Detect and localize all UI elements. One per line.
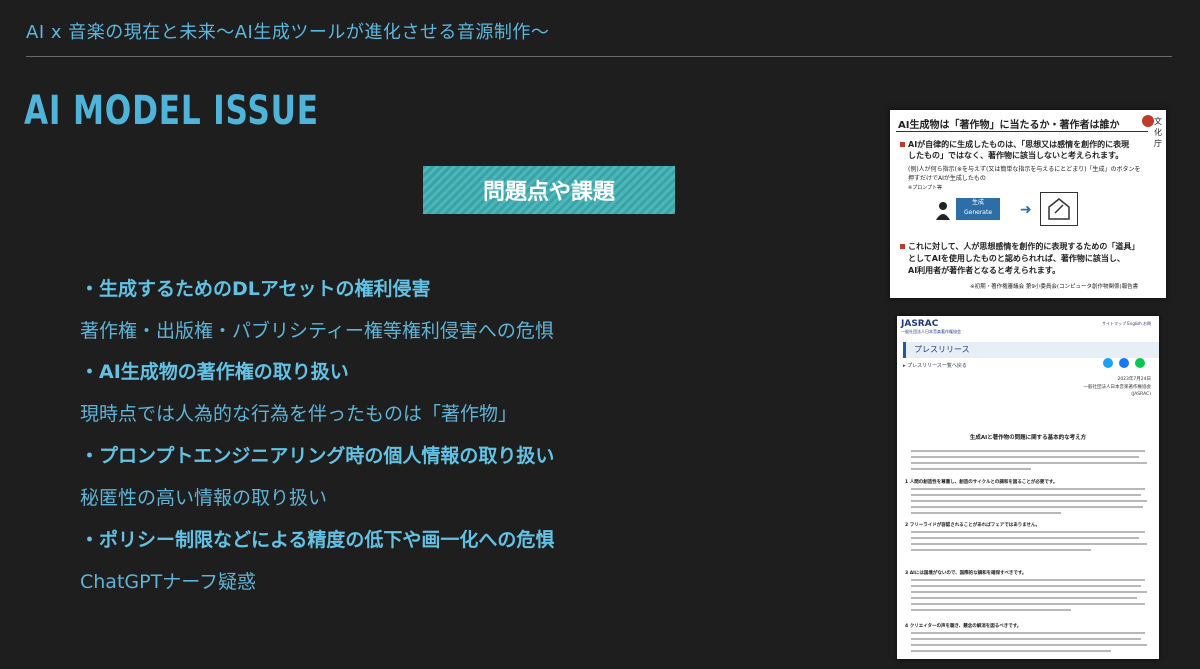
text-line [911,531,1145,533]
text-line [911,603,1145,605]
text-line [911,500,1147,502]
line-icon [1135,358,1145,368]
text-line [911,506,1143,508]
bullet-copyright: ・AI生成物の著作権の取り扱い [80,361,349,383]
text-line [911,543,1147,545]
image1-title-underline [896,131,1148,132]
twitter-icon [1103,358,1113,368]
jasrac-logo: JASRAC [901,319,939,329]
text-line [911,450,1145,452]
text-line [911,537,1139,539]
press-section-3: 3 AIには国境がないので、国際的な調和を確保すべきです。 [905,571,1027,576]
text-line [911,644,1147,646]
text-line [911,638,1141,640]
sub-copyright: 現時点では人為的な行為を伴ったものは「著作物」 [80,403,518,425]
text-line [911,488,1145,490]
sub-policy: ChatGPTナーフ疑惑 [80,571,257,593]
image1-gen-label: 生成 Generate [963,199,993,216]
jasrac-press-release-image: JASRAC 一般社団法人日本音楽著作権協会 サイトマップ English お問… [897,316,1159,659]
image1-para2: これに対して、人が思想感情を創作的に表現するための「道具」 [900,242,1139,252]
jasrac-logo-sub: 一般社団法人日本音楽著作権協会 [901,329,961,334]
text-line [911,650,1111,652]
text-line [911,597,1137,599]
press-breadcrumb: ▸ プレスリリース一覧へ戻る [903,363,967,369]
press-org2: (JASRAC) [1131,392,1151,397]
image1-p5: ※プロンプト等 [908,185,943,191]
issues-banner: 問題点や課題 [423,166,675,214]
image1-title: AI生成物は「著作物」に当たるか・著作者は誰か [898,120,1120,131]
slide-title: AI MODEL ISSUE [24,88,319,134]
text-line [911,494,1141,496]
text-line [911,549,1091,551]
press-org: 一般社団法人日本音楽著作権協会 [1083,385,1152,390]
red-square-icon [900,244,905,249]
sub-dl-assets: 著作権・出版権・パブリシティー権等権利侵害への危惧 [80,320,554,342]
press-heading: 生成AIと著作物の問題に関する基本的な考え方 [969,435,1087,441]
press-date: 2023年7月24日 [1117,377,1151,382]
jasrac-nav: サイトマップ English お問 [1102,321,1151,326]
text-line [911,462,1147,464]
text-line [911,579,1145,581]
image1-p6: これに対して、人が思想感情を創作的に表現するための「道具」 [908,242,1140,251]
press-section-4: 4 クリエイターの声を聴き、懸念の解消を図るべきです。 [905,624,1022,629]
generate-button-illustration: 生成 Generate [956,198,1000,220]
press-section-1: 1 人間の創造性を尊重し、創造のサイクルとの調和を図ることが必要です。 [905,480,1058,485]
bullet-policy: ・ポリシー制限などによる精度の低下や画一化への危惧 [80,529,555,551]
text-line [911,468,1031,470]
person-icon [936,202,950,220]
image1-p2: したもの」ではなく、著作物に該当しないと考えられます。 [908,151,1124,160]
press-section-2: 2 フリーライドが容認されることがあればフェアではありません。 [905,523,1041,528]
sub-prompt-privacy: 秘匿性の高い情報の取り扱い [80,487,328,509]
arrow-right-icon: ➜ [1020,202,1032,218]
image1-p1: AIが自律的に生成したものは、「思想又は感情を創作的に表現 [908,140,1130,149]
bunkacho-slide-image: AI生成物は「著作物」に当たるか・著作者は誰か 文化庁 AIが自律的に生成したも… [890,110,1166,298]
house-sketch-icon [1040,192,1078,226]
text-line [911,512,1061,514]
header-divider [26,56,1172,57]
image1-p9: ※初期・著作権審議会 第9小委員会(コンピュータ創作物関係)報告書 [970,284,1139,290]
red-square-icon [900,142,905,147]
bullet-dl-assets: ・生成するためのDLアセットの権利侵害 [80,278,431,300]
image1-p8: AI利用者が著作者となると考えられます。 [908,266,1061,275]
image1-p7: としてAIを使用したものと認められれば、著作物に該当し、 [908,254,1125,263]
image1-logo-text: 文化庁 [1154,117,1162,148]
text-line [911,632,1145,634]
press-release-bar: プレスリリース [903,342,1159,358]
bunkacho-logo-icon [1142,115,1154,127]
text-line [911,585,1141,587]
text-line [911,609,1071,611]
text-line [911,456,1139,458]
image1-para1: AIが自律的に生成したものは、「思想又は感情を創作的に表現 [900,140,1129,150]
header-title: AI x 音楽の現在と未来〜AI生成ツールが進化させる音源制作〜 [26,22,550,43]
bullet-prompt-privacy: ・プロンプトエンジニアリング時の個人情報の取り扱い [80,445,555,467]
text-line [911,591,1147,593]
facebook-icon [1119,358,1129,368]
